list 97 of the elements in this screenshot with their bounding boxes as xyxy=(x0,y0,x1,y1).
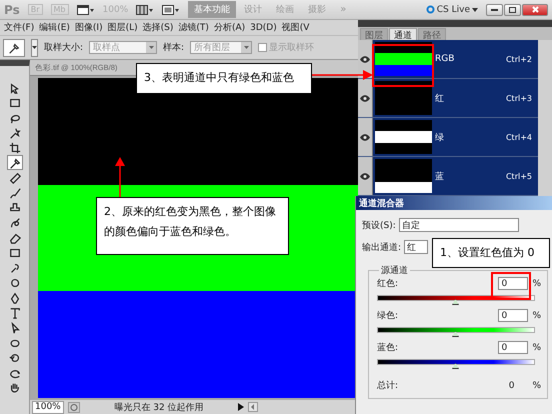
close-button[interactable] xyxy=(522,4,548,16)
caret-icon[interactable] xyxy=(472,8,478,12)
dialog-title: 通道混合器 xyxy=(356,196,552,210)
group-label: 源通道 xyxy=(379,264,410,277)
maximize-button[interactable] xyxy=(504,4,521,16)
eraser-icon xyxy=(8,232,20,244)
percent-field[interactable]: 0 xyxy=(498,309,528,322)
dropper-icon xyxy=(8,262,20,274)
app-logo: Ps xyxy=(4,2,20,16)
channel-shortcut: Ctrl+4 xyxy=(506,132,532,142)
wand-icon xyxy=(8,126,20,138)
slider-thumb[interactable] xyxy=(452,363,459,369)
arrange-icon[interactable] xyxy=(136,4,154,14)
preset-dropdown[interactable]: 自定 xyxy=(398,218,519,232)
menu-item[interactable]: 图像(I) xyxy=(74,21,103,34)
channel-shortcut: Ctrl+5 xyxy=(506,172,532,180)
channel-name[interactable]: 绿 xyxy=(435,130,506,144)
menu-item[interactable]: 滤镜(T) xyxy=(178,21,209,34)
unit-label: % xyxy=(532,380,541,390)
screen-mode-icon[interactable] xyxy=(76,4,94,14)
sponge-icon xyxy=(8,276,20,288)
menu-item[interactable]: 文件(F) xyxy=(4,21,34,34)
gradient-icon xyxy=(8,246,20,258)
unit-label: % xyxy=(532,278,541,288)
channel-name[interactable]: 红 xyxy=(435,92,506,104)
checkbox[interactable] xyxy=(258,43,268,52)
output-channel-dropdown[interactable]: 红 xyxy=(404,240,428,254)
unit-label: % xyxy=(532,310,541,320)
percent-field[interactable]: 0 xyxy=(498,341,528,354)
maximize-icon xyxy=(509,6,516,12)
menu-item[interactable]: 编辑(E) xyxy=(39,21,70,34)
checkbox-label: 显示取样环 xyxy=(269,42,314,54)
eye-icon[interactable] xyxy=(360,94,370,102)
eye-icon[interactable] xyxy=(360,172,370,180)
eyedropper-icon xyxy=(8,156,20,168)
status-info: 曝光只在 32 位起作用 xyxy=(113,402,205,414)
source-label: 蓝色: xyxy=(377,342,398,354)
caret-icon xyxy=(148,46,154,49)
cs-live-button[interactable]: CS Live xyxy=(436,4,470,14)
close-icon xyxy=(532,6,538,13)
source-label: 绿色: xyxy=(377,310,398,322)
caret-button[interactable] xyxy=(31,38,38,56)
stamp-icon xyxy=(8,202,20,214)
sample-label: 样本: xyxy=(163,42,184,54)
scroll-left-icon[interactable] xyxy=(248,402,258,412)
pointer-arrow xyxy=(115,157,125,197)
callout-note: 1、设置红色值为 0 xyxy=(432,238,550,268)
eyedropper-icon xyxy=(8,42,20,54)
minimize-button[interactable] xyxy=(486,4,503,16)
menu-item[interactable]: 图层(L) xyxy=(108,21,138,34)
sample-size-label: 取样大小: xyxy=(44,42,84,54)
highlight-frame xyxy=(491,272,531,300)
source-label: 红色: xyxy=(377,278,398,290)
pointer-arrow xyxy=(311,70,373,80)
marquee-icon xyxy=(8,96,20,108)
pointer-icon xyxy=(8,322,20,334)
panel-tab[interactable]: 通道 xyxy=(389,28,417,40)
total-label: 总计: xyxy=(377,380,400,392)
channel-name[interactable]: RGB xyxy=(435,54,506,64)
menu-item[interactable]: 3D(D) xyxy=(250,22,277,32)
menu-item[interactable]: 视图(V xyxy=(282,21,310,34)
zoom-field[interactable]: 100% xyxy=(32,400,64,414)
cs-live-icon[interactable] xyxy=(426,5,435,14)
bandage-icon xyxy=(8,172,20,184)
history-brush-icon xyxy=(8,216,20,228)
rotate-icon xyxy=(8,352,20,364)
play-icon[interactable] xyxy=(238,403,244,411)
pen-icon xyxy=(8,292,20,304)
highlight-frame xyxy=(372,44,434,87)
move-icon xyxy=(8,82,20,94)
channel-shortcut: Ctrl+3 xyxy=(506,94,532,102)
output-channel-label: 输出通道: xyxy=(362,242,402,254)
hand-icon xyxy=(8,382,20,394)
callout-note: 3、表明通道中只有绿色和蓝色 xyxy=(136,63,312,94)
eye-icon[interactable] xyxy=(360,56,370,62)
tool-preset-picker[interactable] xyxy=(3,38,25,56)
crop-icon xyxy=(8,142,20,154)
menu-item[interactable]: 分析(A) xyxy=(214,21,246,34)
caret-icon xyxy=(244,46,249,49)
screen-icon[interactable] xyxy=(162,4,180,14)
slider-thumb[interactable] xyxy=(452,299,459,305)
caret-icon xyxy=(32,46,37,49)
preset-label: 预设(S): xyxy=(362,220,396,232)
tool-button[interactable] xyxy=(6,155,22,170)
type-icon xyxy=(8,306,20,318)
channel-shortcut: Ctrl+2 xyxy=(506,54,532,64)
brush-icon xyxy=(8,186,20,198)
info-icon[interactable] xyxy=(68,402,80,412)
menu-item[interactable]: 选择(S) xyxy=(142,21,174,34)
eye-icon[interactable] xyxy=(360,134,370,140)
unit-label: % xyxy=(532,342,541,352)
percent-field[interactable]: 0 xyxy=(498,277,528,290)
minimize-icon xyxy=(491,8,498,10)
callout-note: 2、原来的红色变为黑色，整个图像的颜色偏向于蓝色和绿色。 xyxy=(96,197,289,255)
slider-thumb[interactable] xyxy=(452,331,459,337)
total-value: 0 xyxy=(508,380,514,390)
channel-name[interactable]: 蓝 xyxy=(435,170,506,182)
